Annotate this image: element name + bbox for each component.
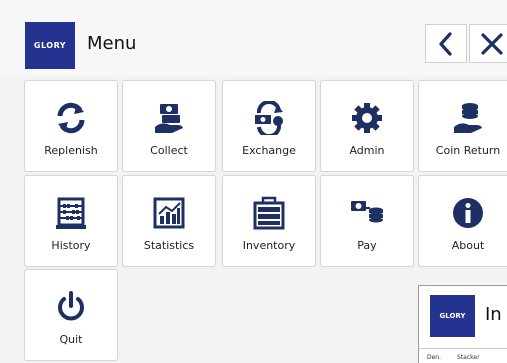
abacus-icon	[53, 196, 89, 230]
info-icon	[450, 196, 486, 230]
tile-exchange[interactable]: Exchange	[222, 80, 316, 172]
tile-history[interactable]: History	[24, 175, 118, 267]
chevron-left-icon	[439, 31, 452, 56]
tile-label: About	[451, 239, 485, 252]
inventory-window-preview[interactable]: GLORY In Den. Stacker	[418, 285, 507, 363]
safe-icon	[251, 196, 287, 230]
tile-label: Pay	[357, 239, 377, 252]
tile-label: Admin	[349, 144, 385, 157]
divider	[419, 348, 507, 349]
power-icon	[53, 290, 89, 324]
tile-label: Inventory	[242, 239, 296, 252]
glory-logo: GLORY	[25, 22, 75, 69]
logo-text: GLORY	[33, 41, 67, 50]
pay-icon	[349, 196, 385, 230]
tile-label: Coin Return	[435, 144, 501, 157]
coins-hand-icon	[450, 101, 486, 135]
tile-label: Replenish	[44, 144, 98, 157]
chart-icon	[151, 196, 187, 230]
logo-text: GLORY	[439, 312, 466, 320]
hand-money-icon	[151, 101, 187, 135]
window-title: In	[485, 304, 502, 325]
back-button[interactable]	[425, 24, 467, 63]
tile-label: Exchange	[242, 144, 296, 157]
close-button[interactable]	[469, 24, 507, 63]
tile-label: Quit	[59, 333, 83, 346]
glory-logo: GLORY	[430, 295, 475, 337]
tile-pay[interactable]: Pay	[320, 175, 414, 267]
tile-replenish[interactable]: Replenish	[24, 80, 118, 172]
tile-coin-return[interactable]: Coin Return	[418, 80, 507, 172]
exchange-icon	[251, 101, 287, 135]
close-icon	[480, 32, 503, 55]
header-bar: GLORY Menu	[0, 0, 507, 76]
tile-collect[interactable]: Collect	[122, 80, 216, 172]
column-header: Den.	[427, 354, 442, 361]
column-header: Stacker	[457, 354, 480, 361]
gear-icon	[349, 101, 385, 135]
tile-label: Statistics	[143, 239, 195, 252]
tile-label: History	[51, 239, 91, 252]
tile-label: Collect	[150, 144, 188, 157]
tile-statistics[interactable]: Statistics	[122, 175, 216, 267]
tile-quit[interactable]: Quit	[24, 269, 118, 361]
tile-inventory[interactable]: Inventory	[222, 175, 316, 267]
refresh-icon	[53, 101, 89, 135]
tile-about[interactable]: About	[418, 175, 507, 267]
page-title: Menu	[87, 33, 137, 54]
tile-admin[interactable]: Admin	[320, 80, 414, 172]
